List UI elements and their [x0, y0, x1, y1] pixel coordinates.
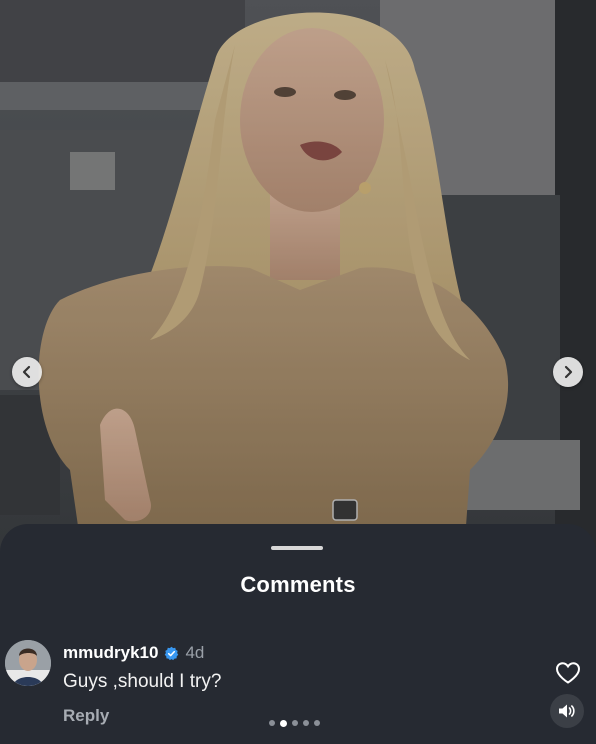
reply-button[interactable]: Reply [63, 706, 109, 726]
avatar[interactable] [5, 640, 51, 686]
comments-sheet: Comments mmudryk10 4d Guys ,should I try… [0, 524, 596, 744]
chevron-left-icon [22, 365, 31, 379]
previous-button[interactable] [12, 357, 42, 387]
comment-item: mmudryk10 4d Guys ,should I try? Reply [0, 634, 596, 744]
pagination-dot [314, 720, 320, 726]
video-frame-illustration [0, 0, 596, 560]
speaker-icon [559, 704, 575, 718]
next-button[interactable] [553, 357, 583, 387]
comment-timestamp: 4d [185, 643, 205, 662]
sound-toggle-button[interactable] [550, 694, 584, 728]
pagination-dot [292, 720, 298, 726]
pagination-dot [269, 720, 275, 726]
reel-screen: Comments mmudryk10 4d Guys ,should I try… [0, 0, 596, 744]
sheet-drag-handle[interactable] [271, 546, 323, 550]
carousel-pagination [269, 719, 320, 727]
comment-username[interactable]: mmudryk10 [63, 643, 158, 663]
comment-text: Guys ,should I try? [63, 671, 222, 692]
pagination-dot [303, 720, 309, 726]
video-frame[interactable] [0, 0, 596, 560]
avatar-image [5, 640, 51, 686]
chevron-right-icon [564, 365, 573, 379]
pagination-dot-active [280, 719, 287, 727]
verified-badge-icon [165, 646, 179, 660]
heart-icon[interactable] [555, 661, 581, 685]
comments-title: Comments [240, 572, 356, 597]
comment-header: mmudryk10 4d [63, 643, 205, 663]
